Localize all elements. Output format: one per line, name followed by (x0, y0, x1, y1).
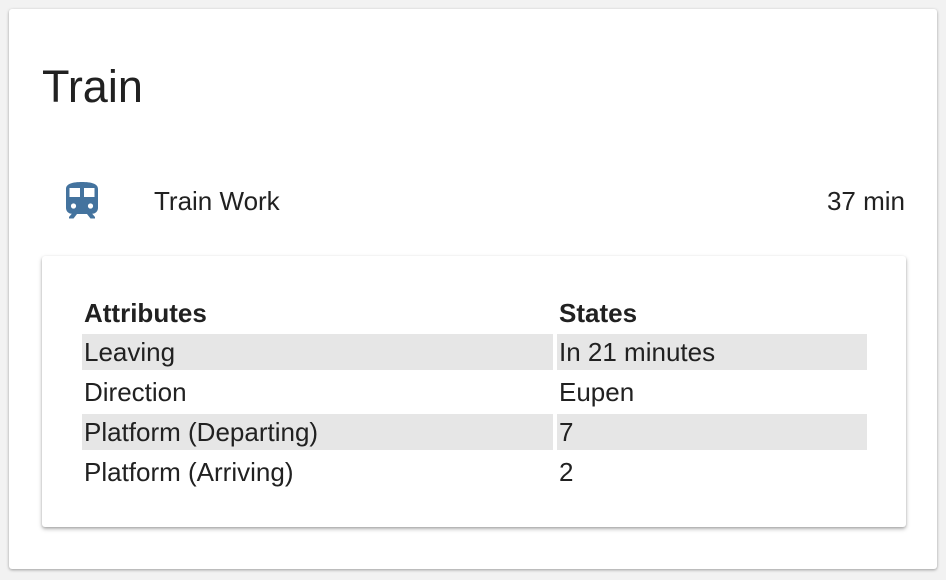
states-column-header: States (559, 298, 638, 328)
state-cell: Eupen (559, 377, 635, 407)
train-icon (66, 182, 98, 219)
table-row: Direction Eupen (82, 374, 867, 410)
attribute-cell: Direction (84, 377, 187, 407)
state-cell: 2 (559, 457, 574, 487)
state-cell: 7 (557, 414, 867, 450)
attribute-cell: Platform (Departing) (82, 414, 553, 450)
card-title: Train (42, 61, 143, 112)
attribute-cell: Platform (Arriving) (84, 457, 294, 487)
state-cell: In 21 minutes (557, 334, 867, 370)
entity-card: Train Train Work 37 min Attributes State… (9, 9, 937, 569)
table-row: Platform (Arriving) 2 (82, 454, 867, 490)
table-row: Platform (Departing) 7 (82, 414, 867, 450)
attributes-column-header: Attributes (84, 298, 207, 328)
entity-row-train-work[interactable]: Train Work 37 min (9, 174, 937, 228)
attributes-header-row: Attributes States (82, 296, 867, 330)
attributes-panel: Attributes States Leaving In 21 minutes … (42, 256, 906, 527)
attribute-cell: Leaving (82, 334, 553, 370)
attributes-table: Attributes States Leaving In 21 minutes … (78, 292, 871, 494)
table-row: Leaving In 21 minutes (82, 334, 867, 370)
entity-name: Train Work (154, 186, 280, 216)
entity-state: 37 min (826, 186, 905, 216)
